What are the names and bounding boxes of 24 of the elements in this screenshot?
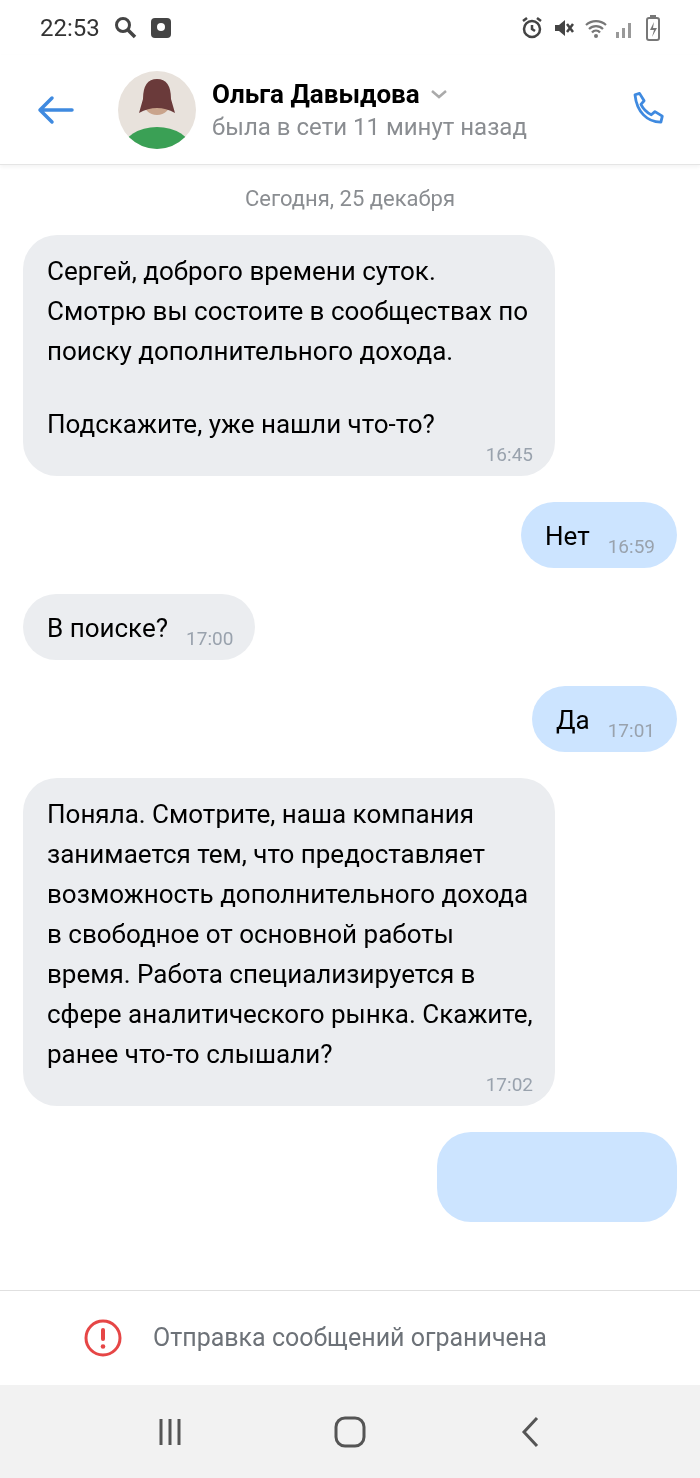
restriction-notice: Отправка сообщений ограничена (153, 1322, 547, 1355)
battery-icon (646, 14, 660, 41)
message-text: Сергей, доброго времени суток. Смотрю вы состоите в сообществах по поиску дополнительного дохода. (47, 255, 530, 368)
message-text: Подскажите, уже нашли что-то? (47, 408, 436, 441)
chevron-left-icon (520, 1415, 540, 1448)
message-time: 17:02 (485, 1074, 533, 1096)
image-icon (149, 16, 172, 39)
message-time: 16:45 (485, 444, 533, 466)
message-text: Нет (544, 520, 590, 553)
search-icon (113, 15, 138, 40)
last-seen-status: была в сети 11 минут назад (212, 111, 527, 143)
message-text: В поиске? (47, 612, 169, 645)
message-time: 17:01 (607, 720, 655, 742)
message-time: 17:00 (186, 628, 234, 650)
message-time: 16:59 (607, 536, 655, 558)
contact-name: Ольга Давыдова (212, 77, 420, 111)
status-time: 22:53 (40, 12, 100, 44)
home-icon (333, 1414, 367, 1449)
date-divider: Сегодня, 25 декабря (245, 185, 455, 213)
message-text: Да (555, 704, 590, 737)
back-arrow-icon (36, 94, 74, 125)
message-text: Поняла. Смотрите, наша компания занимается тем, что предоставляет возможность дополнительного дохода в свободное от основной работы время. Работа специализируется в сфере аналитического рынка. Скажите, ранее что-то слышали? (47, 798, 533, 1071)
warning-icon (83, 1318, 123, 1358)
alarm-icon (520, 15, 544, 40)
